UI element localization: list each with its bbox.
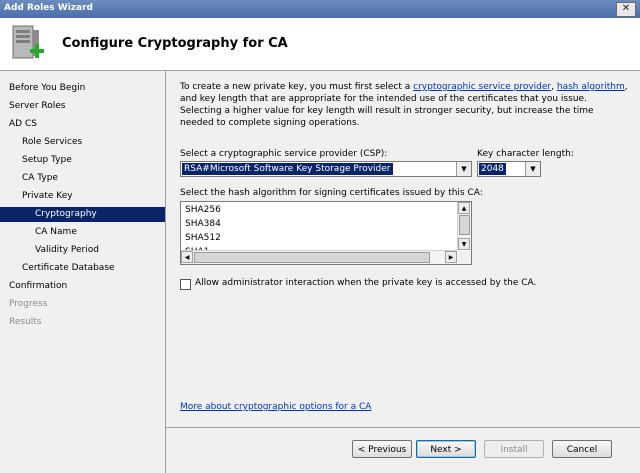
nav-item-server-roles[interactable]: Server Roles: [0, 99, 165, 114]
vertical-scrollbar[interactable]: ▲ ▼: [457, 202, 471, 250]
wizard-header: Configure Cryptography for CA: [0, 18, 640, 71]
scroll-down-icon[interactable]: ▼: [458, 238, 470, 250]
intro-part-1: To create a new private key, you must fi…: [180, 82, 414, 92]
wizard-content: To create a new private key, you must fi…: [166, 71, 640, 473]
page-title: Configure Cryptography for CA: [62, 36, 288, 51]
hash-help-link[interactable]: hash algorithm: [557, 82, 625, 92]
list-item[interactable]: SHA512: [185, 231, 221, 245]
csp-label: Select a cryptographic service provider …: [180, 149, 388, 159]
hash-algorithm-list[interactable]: SHA256 SHA384 SHA512 SHA1 ▲ ▼ ◀ ▶: [180, 201, 472, 265]
nav-item-validity-period[interactable]: Validity Period: [0, 243, 165, 258]
nav-item-before-you-begin[interactable]: Before You Begin: [0, 81, 165, 96]
close-button[interactable]: ✕: [616, 2, 636, 17]
next-button[interactable]: Next >: [416, 440, 476, 458]
intro-text: To create a new private key, you must fi…: [180, 81, 628, 129]
nav-item-confirmation[interactable]: Confirmation: [0, 279, 165, 294]
nav-item-progress: Progress: [9, 299, 48, 309]
list-item[interactable]: SHA256: [185, 203, 221, 217]
install-button: Install: [484, 440, 544, 458]
nav-item-private-key[interactable]: Private Key: [0, 189, 165, 204]
nav-item-cryptography[interactable]: Cryptography: [0, 207, 165, 222]
scroll-right-icon[interactable]: ▶: [445, 251, 457, 263]
previous-button[interactable]: < Previous: [352, 440, 412, 458]
nav-item-ca-name[interactable]: CA Name: [0, 225, 165, 240]
nav-item-ca-type[interactable]: CA Type: [0, 171, 165, 186]
footer-divider: [166, 427, 640, 428]
nav-item-results: Results: [9, 317, 42, 327]
chevron-down-icon[interactable]: ▼: [525, 162, 540, 176]
server-add-icon: [12, 25, 44, 59]
key-length-selected-value: 2048: [479, 163, 506, 175]
hash-label: Select the hash algorithm for signing ce…: [180, 188, 483, 198]
csp-help-link[interactable]: cryptographic service provider: [413, 82, 551, 92]
admin-interaction-label[interactable]: Allow administrator interaction when the…: [195, 278, 536, 288]
list-item[interactable]: SHA384: [185, 217, 221, 231]
csp-selected-value: RSA#Microsoft Software Key Storage Provi…: [182, 163, 393, 175]
window-title: Add Roles Wizard: [4, 3, 93, 13]
nav-item-certificate-database[interactable]: Certificate Database: [0, 261, 165, 276]
scroll-thumb[interactable]: [194, 252, 430, 263]
title-bar: Add Roles Wizard ✕: [0, 0, 640, 18]
scroll-thumb[interactable]: [459, 215, 470, 235]
key-length-label: Key character length:: [477, 149, 574, 159]
nav-item-setup-type[interactable]: Setup Type: [0, 153, 165, 168]
nav-item-role-services[interactable]: Role Services: [0, 135, 165, 150]
chevron-down-icon[interactable]: ▼: [456, 162, 471, 176]
admin-interaction-checkbox[interactable]: [180, 279, 191, 290]
csp-dropdown[interactable]: RSA#Microsoft Software Key Storage Provi…: [180, 161, 472, 177]
cancel-button[interactable]: Cancel: [552, 440, 612, 458]
scroll-corner: [458, 251, 471, 264]
scroll-up-icon[interactable]: ▲: [458, 202, 470, 214]
more-cryptographic-options-link[interactable]: More about cryptographic options for a C…: [180, 402, 371, 412]
key-length-dropdown[interactable]: 2048 ▼: [477, 161, 541, 177]
scroll-left-icon[interactable]: ◀: [181, 251, 193, 263]
wizard-nav: Before You Begin Server Roles AD CS Role…: [0, 71, 166, 473]
nav-item-ad-cs[interactable]: AD CS: [0, 117, 165, 132]
horizontal-scrollbar[interactable]: ◀ ▶: [181, 250, 457, 264]
